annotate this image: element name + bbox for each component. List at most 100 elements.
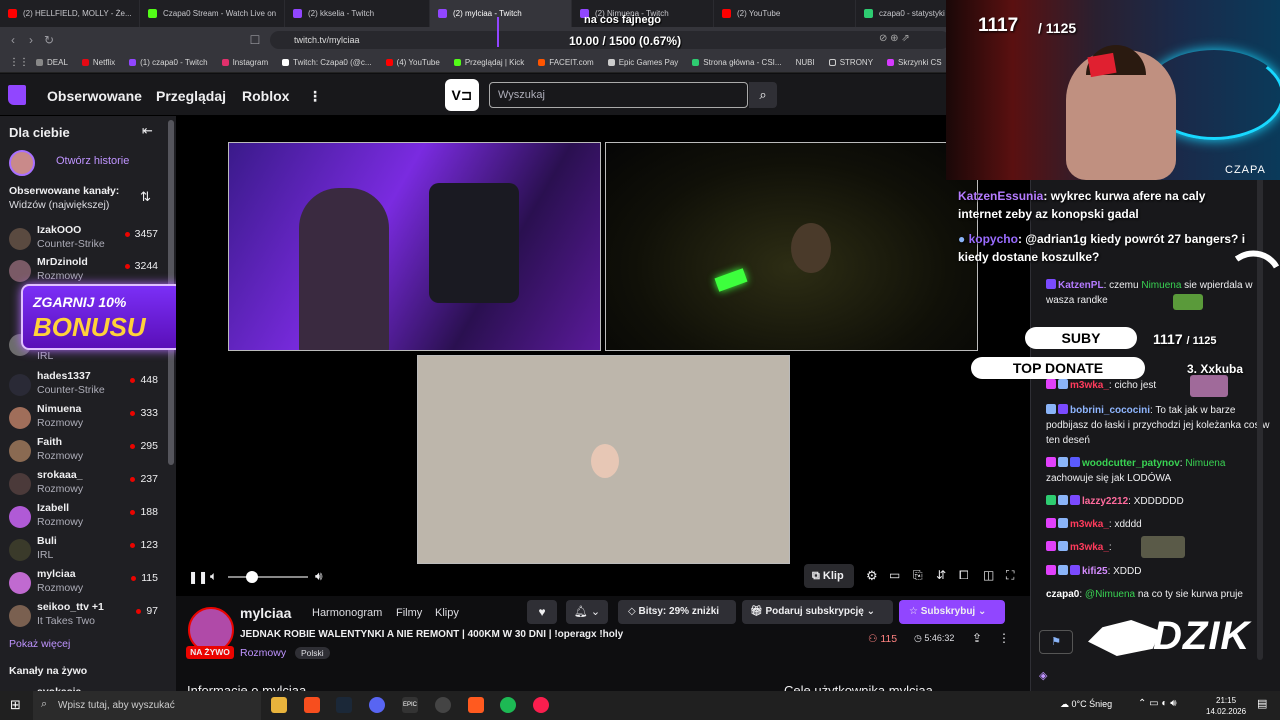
sidebar-channel[interactable]: Izabell Rozmowy 188 <box>0 502 170 535</box>
apps-icon[interactable]: ⋮⋮ <box>9 57 29 68</box>
bookmark[interactable]: Przeglądaj | Kick <box>453 58 524 67</box>
miniplayer-icon[interactable]: ⧠ <box>959 568 969 583</box>
gift-sub-button[interactable]: 🎁︎ Podaruj subskrypcję ⌄ <box>742 600 893 624</box>
stories-avatar[interactable] <box>9 150 35 176</box>
sidebar-channel[interactable]: mylciaa Rozmowy 115 <box>0 568 170 601</box>
settings-gear-icon[interactable]: ⚙ <box>866 568 878 584</box>
bookmark[interactable]: DEAL <box>36 58 68 67</box>
youtube-icon <box>722 9 731 18</box>
more-options-icon[interactable]: ⋮ <box>998 631 1010 645</box>
follow-heart-icon[interactable]: ♥ <box>527 600 557 624</box>
bits-button[interactable]: ◇ Bitsy: 29% zniżki <box>618 600 736 624</box>
nav-roblox[interactable]: Roblox <box>242 88 289 104</box>
spotify-icon[interactable] <box>500 697 516 713</box>
sub-badge-icon <box>1046 279 1056 289</box>
file-explorer-icon[interactable] <box>271 697 287 713</box>
bookmark[interactable]: FACEIT.com <box>538 58 594 67</box>
bookmark[interactable]: Twitch: Czapa0 (@c... <box>282 58 372 67</box>
taskbar-search-input[interactable]: ⌕ Wpisz tutaj, aby wyszukać <box>33 691 261 720</box>
channel-name[interactable]: mylciaa <box>240 605 291 621</box>
browser-tab-active[interactable]: (2) mylciaa - Twitch <box>430 0 572 27</box>
clock[interactable]: 21:15 14.02.2026 <box>1206 695 1246 717</box>
captions-icon[interactable]: ▭ <box>889 568 900 582</box>
back-icon[interactable]: ‹ <box>4 33 22 47</box>
video-player[interactable] <box>176 116 1030 596</box>
heart-badge-icon <box>1046 457 1056 467</box>
obs-icon[interactable] <box>435 697 451 713</box>
bookmark[interactable]: Strona główna - CSI... <box>692 58 782 67</box>
sidebar-channel[interactable]: Buli IRL 123 <box>0 535 170 568</box>
chair-shape <box>429 183 519 303</box>
search-icon[interactable]: ⌕ <box>749 82 777 108</box>
tab-videos[interactable]: Filmy <box>396 607 422 619</box>
bookmark[interactable]: NUBI <box>796 58 815 67</box>
tag-badge[interactable]: Polski <box>295 647 330 659</box>
volume-max-icon[interactable]: 🔊︎ <box>315 569 323 584</box>
bookmark[interactable]: (4) YouTube <box>385 58 440 67</box>
nav-browse[interactable]: Przeglądaj <box>156 88 226 104</box>
sidebar-channel[interactable]: Faith Rozmowy 295 <box>0 436 170 469</box>
windows-start-icon[interactable]: ⊞ <box>10 697 21 713</box>
chat-badge-icon[interactable]: ◈ <box>1039 669 1053 683</box>
extensions-icon[interactable]: ⊘ ⊕ ⇗ <box>879 33 910 44</box>
theatre-mode-icon[interactable]: ◫ <box>983 568 994 582</box>
bookmark[interactable]: Instagram <box>221 58 268 67</box>
sort-icon[interactable]: ⇅ <box>140 189 151 205</box>
bonus-line1: ZGARNIJ 10% <box>33 294 127 310</box>
sidebar-channel[interactable]: seikoo_ttv +1 It Takes Two 97 <box>0 601 170 634</box>
sidebar-channel[interactable]: hades1337 Counter-Strike 448 <box>0 370 170 403</box>
opera-gx-icon[interactable] <box>533 697 549 713</box>
notifications-bell-icon[interactable]: 🔔︎ ⌄ <box>566 600 608 624</box>
tab-schedule[interactable]: Harmonogram <box>312 607 382 619</box>
bookmark[interactable]: Skrzynki CS <box>887 58 942 67</box>
collapse-sidebar-icon[interactable]: ⇤ <box>142 123 153 139</box>
bookmark[interactable]: Epic Games Pay <box>607 58 678 67</box>
bookmark[interactable]: (1) czapa0 - Twitch <box>129 58 208 67</box>
volume-icon[interactable]: 🔈︎ <box>210 569 217 584</box>
nav-following[interactable]: Obserwowane <box>47 88 142 104</box>
chat-scrollbar[interactable] <box>1257 120 1263 660</box>
tab-clips[interactable]: Klipy <box>435 607 459 619</box>
bookmark-folder[interactable]: STRONY <box>828 58 873 67</box>
browser-tab[interactable]: (2) YouTube <box>714 0 856 27</box>
more-menu-icon[interactable]: ⋮ <box>308 88 322 105</box>
stream-category[interactable]: Rozmowy <box>240 647 286 659</box>
chat-message: lazzy2212: XDDDDDD <box>1046 494 1274 509</box>
fullscreen-icon[interactable]: ⛶ <box>1006 568 1014 583</box>
steam-icon[interactable] <box>336 697 352 713</box>
stats-icon[interactable]: ⇵ <box>936 568 946 582</box>
clip-button[interactable]: ⧉ Klip <box>804 564 854 588</box>
share-icon[interactable]: ⇪ <box>972 631 982 645</box>
bookmark[interactable]: Netflix <box>81 58 115 67</box>
forward-icon[interactable]: › <box>22 33 40 47</box>
pause-icon[interactable]: ❚❚ <box>188 570 208 584</box>
sidebar-channel[interactable]: Nimuena Rozmowy 333 <box>0 403 170 436</box>
weather[interactable]: ☁ 0°C Śnieg <box>1060 699 1112 710</box>
browser-tab[interactable]: (2) HELLFIELD, MOLLY - Że... <box>0 0 140 27</box>
cast-icon[interactable]: ⎘ <box>913 568 923 583</box>
tray-icons[interactable]: ⌃ ▭ ◐ 🔊︎ <box>1138 698 1177 709</box>
followed-sort: Widzów (największej) <box>9 199 110 211</box>
star-icon: ☆ <box>909 606 921 617</box>
volume-slider[interactable] <box>228 576 308 578</box>
bookmark-icon[interactable]: ☐ <box>246 33 264 47</box>
epic-games-icon[interactable]: EPIC <box>402 697 418 713</box>
search-input[interactable]: Wyszukaj <box>489 82 748 108</box>
volume-slider-thumb[interactable] <box>246 571 258 583</box>
open-stories-link[interactable]: Otwórz historie <box>56 155 129 167</box>
sidebar-channel[interactable]: IzakOOO Counter-Strike 3457 <box>0 224 170 257</box>
sidebar-channel[interactable]: srokaaa_ Rozmowy 237 <box>0 469 170 502</box>
discord-icon[interactable] <box>369 697 385 713</box>
extension-logo-icon[interactable]: V⊐ <box>445 79 479 111</box>
browser-tab[interactable]: (2) kkselia - Twitch <box>285 0 430 27</box>
reload-icon[interactable]: ↻ <box>40 33 58 47</box>
faceit-icon[interactable] <box>468 697 484 713</box>
subscribe-button[interactable]: ☆ Subskrybuj ⌄ <box>899 600 1005 624</box>
twitch-logo-icon[interactable] <box>8 85 26 105</box>
show-more-link[interactable]: Pokaż więcej <box>9 638 70 650</box>
browser-tab[interactable]: Czapa0 Stream - Watch Live on <box>140 0 285 27</box>
chat-reply-icon[interactable]: ⚑ <box>1039 630 1073 654</box>
brave-browser-icon[interactable] <box>304 697 320 713</box>
heart-badge-icon <box>1046 541 1056 551</box>
notifications-icon[interactable]: ▤ <box>1257 697 1267 710</box>
